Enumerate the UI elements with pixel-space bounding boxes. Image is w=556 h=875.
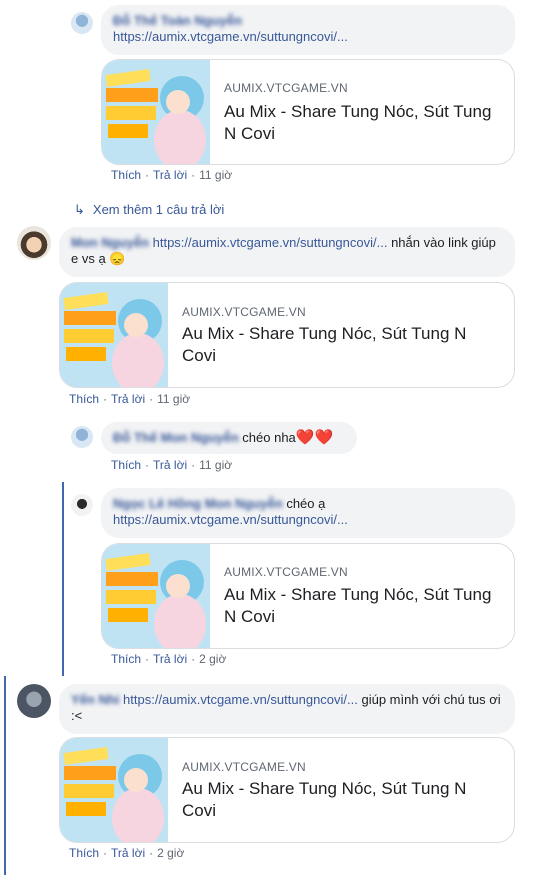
link-preview-title: Au Mix - Share Tung Nóc, Sút Tung N Covi [182,324,467,365]
link-preview-image [102,544,210,648]
comment-author[interactable]: Ngọc Lê Hồng Mon Nguyễn [113,496,283,511]
link-preview-domain: AUMIX.VTCGAME.VN [224,81,348,95]
like-button[interactable]: Thích [69,846,99,860]
comment-bubble: Yến Nhi https://aumix.vtcgame.vn/suttung… [59,684,515,734]
comment-author[interactable]: Yến Nhi [71,692,119,707]
comment-time[interactable]: 2 giờ [157,846,184,860]
link-preview-image [102,60,210,164]
comment-bubble: Mon Nguyễn https://aumix.vtcgame.vn/sutt… [59,227,515,277]
comment-link[interactable]: https://aumix.vtcgame.vn/suttungncovi/..… [153,235,388,250]
reply-button[interactable]: Trả lời [153,168,187,182]
view-more-replies[interactable]: ↳ Xem thêm 1 câu trả lời [74,202,224,218]
view-more-label: Xem thêm 1 câu trả lời [92,202,225,217]
reply-arrow-icon: ↳ [74,202,85,217]
comment-actions: Thích · Trả lời · 11 giờ [111,168,233,182]
link-preview-title: Au Mix - Share Tung Nóc, Sút Tung N Covi [224,585,492,626]
reply-button[interactable]: Trả lời [153,458,187,472]
comment-actions: Thích · Trả lời · 2 giờ [111,652,227,666]
avatar[interactable] [17,226,51,260]
link-preview-title: Au Mix - Share Tung Nóc, Sút Tung N Covi [182,779,467,820]
reply-button[interactable]: Trả lời [111,392,145,406]
link-preview-title: Au Mix - Share Tung Nóc, Sút Tung N Covi [224,102,492,143]
link-preview-card[interactable]: AUMIX.VTCGAME.VN Au Mix - Share Tung Nóc… [59,737,515,843]
comment-bubble: Đỗ Thế Toàn Nguyễn https://aumix.vtcgame… [101,5,515,55]
comment-time[interactable]: 11 giờ [199,168,232,182]
comment-text: chéo nha [242,430,296,445]
comment-link[interactable]: https://aumix.vtcgame.vn/suttungncovi/..… [113,29,348,44]
sad-emoji-icon: 😞 [109,251,126,266]
link-preview-domain: AUMIX.VTCGAME.VN [182,760,306,774]
comment-time[interactable]: 11 giờ [157,392,190,406]
comment-author[interactable]: Mon Nguyễn [71,235,149,250]
avatar[interactable] [17,684,51,718]
heart-icon: ❤️❤️ [295,429,334,446]
avatar[interactable] [71,494,93,516]
comment-actions: Thích · Trả lời · 11 giờ [69,392,191,406]
comment-link[interactable]: https://aumix.vtcgame.vn/suttungncovi/..… [123,692,358,707]
avatar[interactable] [71,12,93,34]
reply-button[interactable]: Trả lời [153,652,187,666]
like-button[interactable]: Thích [111,652,141,666]
comment-actions: Thích · Trả lời · 11 giờ [111,458,233,472]
comment-author[interactable]: Đỗ Thế Mon Nguyễn [113,430,239,445]
comment-actions: Thích · Trả lời · 2 giờ [69,846,185,860]
thread-highlight-line [4,676,6,875]
like-button[interactable]: Thích [111,168,141,182]
link-preview-card[interactable]: AUMIX.VTCGAME.VN Au Mix - Share Tung Nóc… [59,282,515,388]
comment-time[interactable]: 2 giờ [199,652,226,666]
link-preview-image [60,283,168,387]
thread-highlight-line [62,482,64,676]
link-preview-domain: AUMIX.VTCGAME.VN [182,305,306,319]
like-button[interactable]: Thích [111,458,141,472]
comment-bubble: Đỗ Thế Mon Nguyễn chéo nha❤️❤️ [101,422,357,454]
avatar[interactable] [71,426,93,448]
comment-link[interactable]: https://aumix.vtcgame.vn/suttungncovi/..… [113,512,348,527]
link-preview-image [60,738,168,842]
link-preview-card[interactable]: AUMIX.VTCGAME.VN Au Mix - Share Tung Nóc… [101,59,515,165]
like-button[interactable]: Thích [69,392,99,406]
comment-author[interactable]: Đỗ Thế Toàn Nguyễn [113,13,242,28]
link-preview-domain: AUMIX.VTCGAME.VN [224,565,348,579]
comment-time[interactable]: 11 giờ [199,458,232,472]
comment-bubble: Ngọc Lê Hồng Mon Nguyễn chéo ạ https://a… [101,488,515,538]
reply-button[interactable]: Trả lời [111,846,145,860]
link-preview-card[interactable]: AUMIX.VTCGAME.VN Au Mix - Share Tung Nóc… [101,543,515,649]
comment-text: chéo ạ [282,496,326,511]
